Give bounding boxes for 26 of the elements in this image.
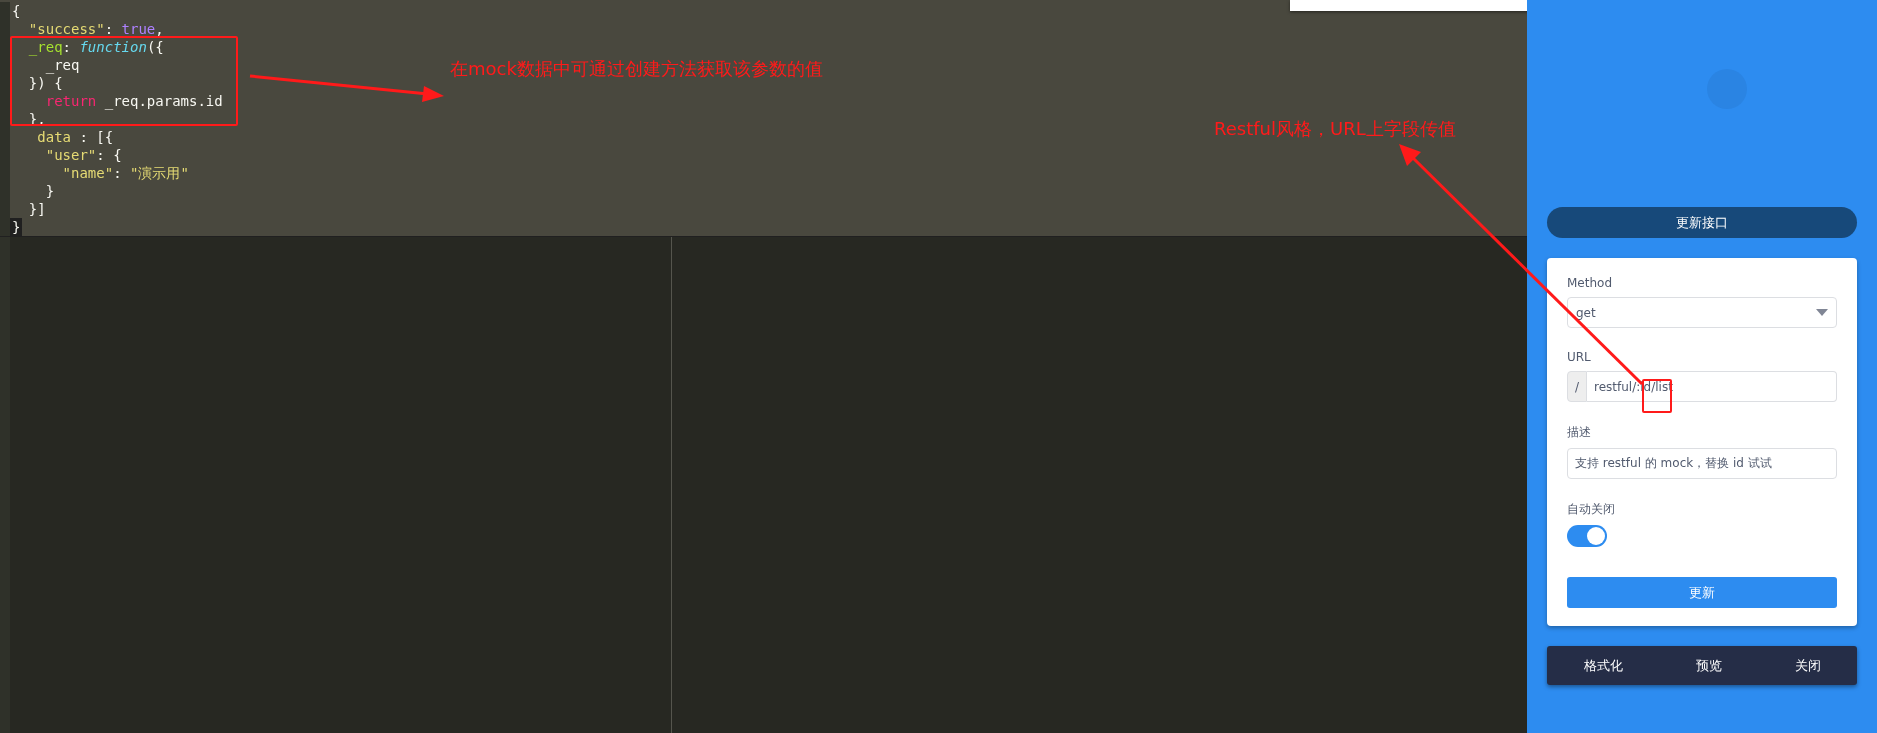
caret-icon — [1816, 309, 1828, 316]
update-api-button[interactable]: 更新接口 — [1547, 207, 1857, 238]
field-label: 自动关闭 — [1567, 501, 1616, 518]
method-select[interactable]: get — [1567, 297, 1837, 328]
field-label: URL — [1567, 350, 1592, 364]
field-label: Method — [1567, 276, 1613, 290]
code-line: _req: function({ — [27, 38, 165, 56]
annotation-text: Restful风格，URL上字段传值 — [1214, 117, 1456, 141]
code-line: }) { — [27, 74, 64, 92]
footer-button[interactable]: 关闭 — [1786, 652, 1829, 679]
code-line: } — [44, 182, 56, 200]
code-line: }] — [27, 200, 47, 218]
code-line: "name": "演示用" — [61, 164, 190, 182]
description-input[interactable]: 支持 restful 的 mock，替换 id 试试 — [1567, 448, 1837, 479]
code-line: data : [{ — [36, 128, 115, 146]
footer-button[interactable]: 格式化 — [1575, 652, 1631, 679]
code-line: "success": true, — [27, 20, 165, 38]
auto-close-switch[interactable] — [1567, 525, 1607, 547]
code-line: return _req.params.id — [44, 92, 224, 110]
code-line: _req — [44, 56, 81, 74]
field-label: 描述 — [1567, 424, 1592, 441]
code-line: { — [11, 2, 22, 20]
footer-button[interactable]: 预览 — [1687, 652, 1730, 679]
annotation-text: 在mock数据中可通过创建方法获取该参数的值 — [450, 57, 823, 81]
code-line: "user": { — [44, 146, 123, 164]
url-prefix: / — [1567, 371, 1587, 402]
